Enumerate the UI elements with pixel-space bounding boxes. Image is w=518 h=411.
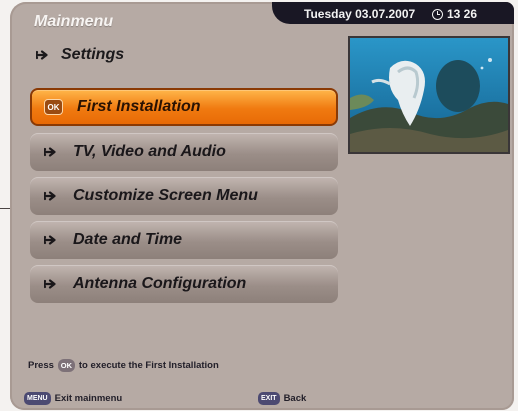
arrow-icon bbox=[44, 235, 59, 245]
arrow-icon bbox=[36, 50, 51, 60]
ok-key-icon: OK bbox=[44, 99, 63, 115]
menu-key-icon: MENU bbox=[24, 392, 51, 405]
arrow-icon bbox=[44, 279, 59, 289]
clock-display: 13 26 bbox=[432, 7, 477, 21]
back-hint[interactable]: EXIT Back bbox=[258, 392, 306, 405]
menu-item-customize-screen-menu[interactable]: Customize Screen Menu bbox=[30, 177, 338, 215]
time-display: 13 26 bbox=[447, 7, 478, 21]
arrow-icon bbox=[44, 147, 59, 157]
exit-mainmenu-hint[interactable]: MENU Exit mainmenu bbox=[24, 392, 122, 405]
menu-item-label: Antenna Configuration bbox=[73, 275, 247, 292]
hint-prefix: Press bbox=[28, 360, 54, 371]
ok-key-icon: OK bbox=[57, 359, 75, 372]
menu-item-tv-video-audio[interactable]: TV, Video and Audio bbox=[30, 133, 338, 171]
hint-suffix: to execute the First Installation bbox=[78, 360, 219, 371]
section-label: Settings bbox=[61, 46, 125, 63]
menu-item-label: Customize Screen Menu bbox=[73, 187, 258, 204]
main-menu-panel: Tuesday 03.07.2007 13 26 Mainmenu Settin… bbox=[10, 2, 514, 410]
date-display: Tuesday 03.07.2007 bbox=[304, 7, 416, 21]
exit-key-icon: EXIT bbox=[258, 392, 280, 405]
menu-item-label: TV, Video and Audio bbox=[73, 143, 226, 160]
menu-item-antenna-configuration[interactable]: Antenna Configuration bbox=[30, 265, 338, 303]
clock-icon bbox=[432, 8, 443, 20]
page-title: Mainmenu bbox=[34, 13, 114, 30]
arrow-icon bbox=[44, 191, 59, 201]
instruction-text: Press OK to execute the First Installati… bbox=[28, 359, 219, 372]
status-bar: Tuesday 03.07.2007 13 26 bbox=[272, 2, 514, 24]
back-label: Back bbox=[283, 393, 307, 404]
menu-item-date-and-time[interactable]: Date and Time bbox=[30, 221, 338, 259]
menu-item-label: First Installation bbox=[77, 98, 201, 115]
menu-item-first-installation[interactable]: OK First Installation bbox=[30, 88, 338, 126]
exit-mainmenu-label: Exit mainmenu bbox=[54, 393, 123, 404]
underwater-preview-image bbox=[348, 36, 510, 154]
menu-item-label: Date and Time bbox=[73, 231, 183, 248]
section-heading: Settings bbox=[36, 46, 124, 64]
